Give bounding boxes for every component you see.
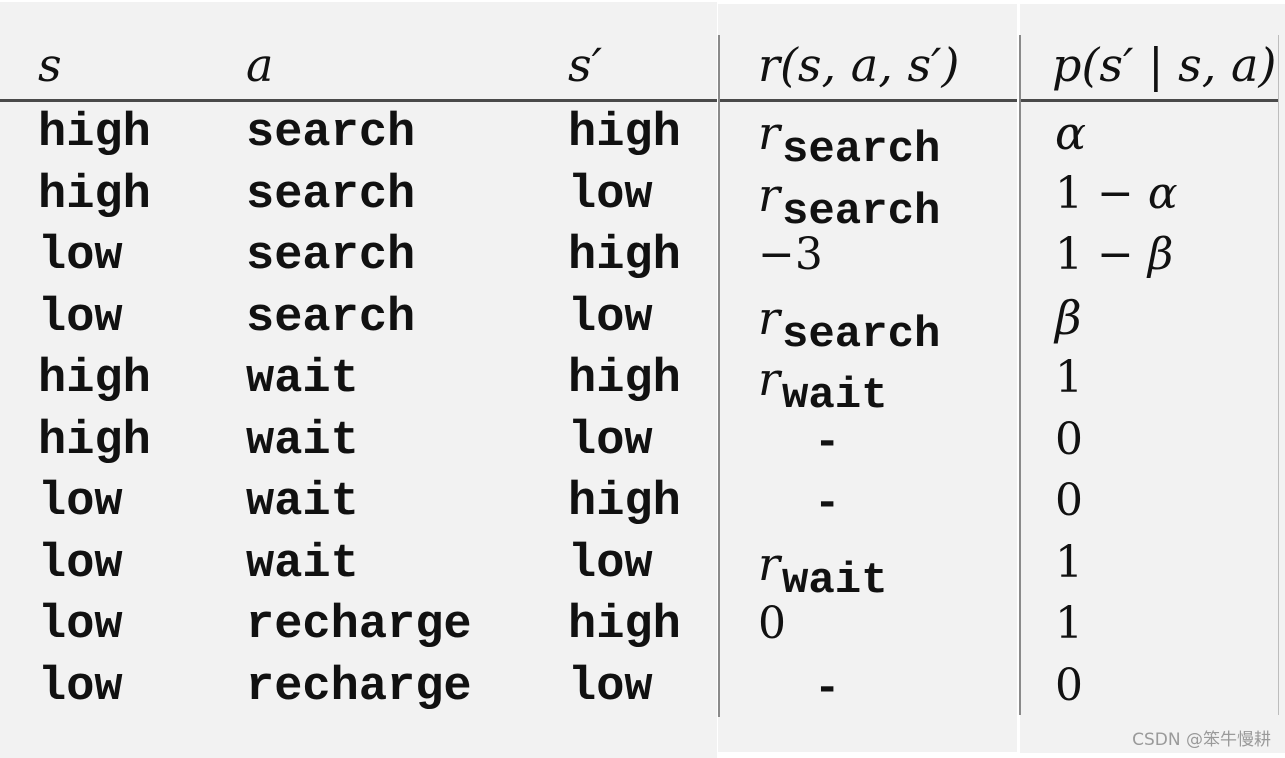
cell-state: low <box>38 476 123 529</box>
probability-symbol: β <box>1147 229 1174 280</box>
cell-state: high <box>38 414 151 468</box>
cell-state: low <box>38 291 123 345</box>
cell-reward: rsearch <box>758 295 940 357</box>
cell-reward: rsearch <box>758 110 940 172</box>
reward-dash: - <box>814 663 841 714</box>
cell-reward: - <box>758 418 840 465</box>
cell-next-state: low <box>568 537 653 591</box>
cell-state: low <box>38 599 123 652</box>
cell-probability: 0 <box>1055 659 1083 711</box>
cell-probability: 1 − β <box>1055 233 1173 277</box>
header-rule <box>0 99 717 102</box>
column-divider <box>1019 35 1021 715</box>
header-s-next: s′ <box>568 38 603 92</box>
cell-probability: 1 <box>1055 598 1083 649</box>
cell-next-state: high <box>568 230 681 283</box>
cell-reward: - <box>758 479 840 526</box>
reward-dash: - <box>814 417 841 468</box>
reward-dash: - <box>814 479 841 529</box>
probability-prefix: 1 − <box>1055 229 1148 280</box>
cell-next-state: high <box>568 476 681 529</box>
cell-probability: 1 <box>1055 536 1083 588</box>
reward-symbol: r <box>758 167 780 222</box>
probability-prefix: 1 − <box>1055 167 1148 219</box>
cell-action: search <box>246 291 416 345</box>
watermark: CSDN @笨牛慢耕 <box>1132 730 1271 750</box>
header-a: a <box>246 38 274 92</box>
cell-probability: 1 <box>1055 352 1083 403</box>
cell-reward: rwait <box>758 541 888 603</box>
cell-probability: 0 <box>1055 475 1083 526</box>
reward-subscript: wait <box>782 555 888 606</box>
cell-next-state: high <box>568 107 681 160</box>
cell-reward: rwait <box>758 356 888 418</box>
cell-state: low <box>38 230 123 283</box>
reward-symbol: r <box>758 536 780 591</box>
cell-action: wait <box>246 353 359 406</box>
cell-probability: 0 <box>1055 413 1083 465</box>
cell-next-state: low <box>568 291 653 345</box>
cell-next-state: high <box>568 353 681 406</box>
reward-subscript: search <box>782 309 941 360</box>
cell-reward: rsearch <box>758 172 940 234</box>
reward-symbol: r <box>758 352 780 406</box>
cell-probability: β <box>1055 290 1082 345</box>
cell-action: recharge <box>246 599 472 652</box>
probability-symbol: α <box>1147 167 1178 219</box>
cell-action: search <box>246 168 416 222</box>
column-divider <box>718 35 720 717</box>
cell-state: low <box>38 660 123 714</box>
cell-action: wait <box>246 537 359 591</box>
cell-reward: - <box>758 664 840 711</box>
cell-next-state: low <box>568 660 653 714</box>
table-edge <box>1278 35 1279 715</box>
cell-action: search <box>246 230 416 283</box>
header-reward: r(s, a, s′) <box>758 38 960 92</box>
cell-next-state: low <box>568 168 653 222</box>
cell-reward: 0 <box>758 598 786 649</box>
cell-reward: −3 <box>758 229 823 280</box>
cell-action: wait <box>246 476 359 529</box>
cell-probability: 1 − α <box>1055 171 1178 216</box>
header-rule <box>718 99 1017 102</box>
cell-action: wait <box>246 414 359 468</box>
cell-next-state: low <box>568 414 653 468</box>
cell-action: recharge <box>246 660 472 714</box>
cell-state: high <box>38 107 151 160</box>
cell-probability: α <box>1055 106 1087 160</box>
header-rule <box>1020 99 1279 102</box>
cell-next-state: high <box>568 599 681 652</box>
header-probability: p(s′ | s, a) <box>1052 38 1277 92</box>
reward-symbol: r <box>758 106 780 160</box>
reward-subscript: wait <box>782 371 888 421</box>
cell-action: search <box>246 107 416 160</box>
header-s: s <box>38 38 62 92</box>
reward-subscript: search <box>782 125 941 175</box>
cell-state: low <box>38 537 123 591</box>
reward-symbol: r <box>758 290 780 345</box>
cell-state: high <box>38 353 151 406</box>
cell-state: high <box>38 168 151 222</box>
